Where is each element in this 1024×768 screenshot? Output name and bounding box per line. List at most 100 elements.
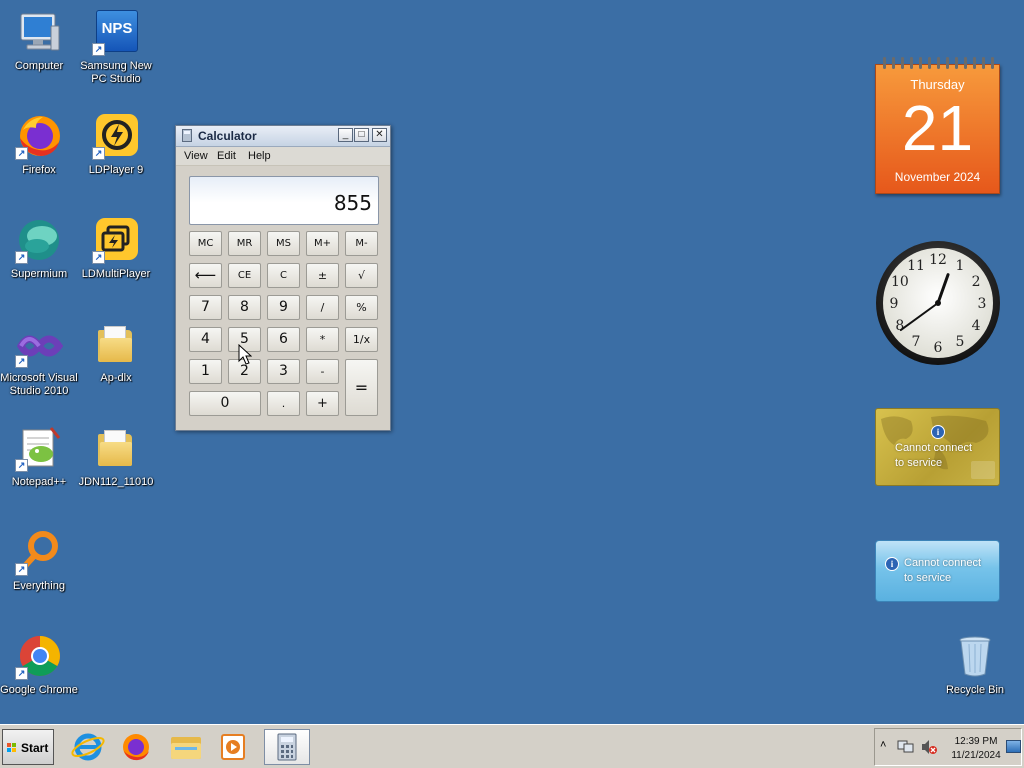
- calendar-gadget[interactable]: Thursday 21 November 2024: [875, 57, 1000, 194]
- currency-error-message: Cannot connect to service: [904, 556, 981, 586]
- title-bar[interactable]: Calculator _ □ ✕: [176, 126, 390, 147]
- menu-help[interactable]: Help: [248, 150, 271, 162]
- divide-button[interactable]: /: [306, 295, 339, 320]
- visual-studio-icon: ↗: [15, 320, 64, 368]
- notepad-plus-plus-icon: ↗: [15, 424, 63, 472]
- sqrt-button[interactable]: √: [345, 263, 378, 288]
- desktop-icon-ldmultiplayer[interactable]: ↗ LDMultiPlayer: [77, 216, 155, 281]
- desktop-icon-ldplayer-9[interactable]: ↗ LDPlayer 9: [77, 112, 155, 177]
- desktop-icon-firefox[interactable]: ↗ Firefox: [0, 112, 78, 177]
- show-desktop-icon[interactable]: [1006, 740, 1021, 753]
- label-line-2: PC Studio: [91, 73, 141, 85]
- m-minus-button[interactable]: M-: [345, 231, 378, 256]
- desktop-icon-samsung-new-pc-studio[interactable]: NPS ↗ Samsung New PC Studio: [77, 8, 155, 86]
- folder-icon: [92, 320, 140, 368]
- taskbar-file-explorer[interactable]: [166, 729, 206, 765]
- media-player-icon: [221, 734, 245, 760]
- show-hidden-icons-chevron[interactable]: ˄: [880, 739, 886, 751]
- calendar-weekday: Thursday: [910, 77, 965, 92]
- internet-explorer-icon: [71, 733, 105, 761]
- digit-9-button[interactable]: 9: [267, 295, 300, 320]
- desktop-icon-visual-studio-2010[interactable]: ↗ Microsoft Visual Studio 2010: [0, 320, 78, 398]
- taskbar-firefox[interactable]: [116, 729, 156, 765]
- computer-icon: [15, 8, 63, 56]
- desktop-icon-label: Notepad++: [11, 476, 67, 488]
- display-value: 855: [333, 191, 372, 215]
- desktop-icon-label: Everything: [13, 580, 65, 592]
- clock-numeral: 3: [978, 296, 987, 312]
- taskbar-calculator[interactable]: [264, 729, 310, 765]
- clock-numeral: 6: [934, 340, 943, 356]
- volume-muted-icon[interactable]: [920, 739, 938, 755]
- ce-button[interactable]: CE: [228, 263, 261, 288]
- menu-edit[interactable]: Edit: [217, 150, 236, 162]
- decimal-button[interactable]: .: [267, 391, 300, 416]
- nps-badge-text: NPS: [101, 20, 133, 37]
- mr-button[interactable]: MR: [228, 231, 261, 256]
- taskbar: Start ˄ 12:39 PM 11/21/2024: [0, 724, 1024, 768]
- weather-error-line-1: Cannot connect: [895, 442, 973, 454]
- label-line-2: Studio 2010: [9, 385, 69, 397]
- desktop-icon-label: Samsung New PC Studio: [77, 60, 155, 86]
- menu-bar: View Edit Help: [176, 147, 390, 166]
- taskbar-clock[interactable]: 12:39 PM 11/21/2024: [947, 735, 1005, 763]
- start-button[interactable]: Start: [2, 729, 54, 765]
- digit-4-button[interactable]: 4: [189, 327, 222, 352]
- windows-logo-icon: [7, 743, 17, 753]
- currency-gadget[interactable]: i Cannot connect to service: [875, 540, 1000, 602]
- plus-minus-button[interactable]: ±: [306, 263, 339, 288]
- reciprocal-button[interactable]: 1/x: [345, 327, 378, 352]
- desktop-icon-google-chrome[interactable]: ↗ Google Chrome: [0, 632, 78, 697]
- mc-button[interactable]: MC: [189, 231, 222, 256]
- weather-gadget[interactable]: i Cannot connect to service: [875, 408, 1000, 486]
- digit-1-button[interactable]: 1: [189, 359, 222, 384]
- add-button[interactable]: +: [306, 391, 339, 416]
- digit-7-button[interactable]: 7: [189, 295, 222, 320]
- samsung-nps-icon: NPS ↗: [92, 8, 140, 56]
- percent-button[interactable]: %: [345, 295, 378, 320]
- supermium-icon: ↗: [15, 216, 63, 264]
- digit-3-button[interactable]: 3: [267, 359, 300, 384]
- m-plus-button[interactable]: M+: [306, 231, 339, 256]
- subtract-button[interactable]: -: [306, 359, 339, 384]
- close-button[interactable]: ✕: [372, 128, 387, 142]
- label-line-1: Microsoft Visual: [0, 372, 78, 384]
- equals-button[interactable]: =: [345, 359, 378, 416]
- desktop-icon-jdn112-folder[interactable]: JDN112_11010: [77, 424, 155, 489]
- clear-button[interactable]: C: [267, 263, 300, 288]
- calculator-icon: [182, 129, 192, 142]
- taskbar-internet-explorer[interactable]: [68, 729, 108, 765]
- desktop-icon-everything[interactable]: ↗ Everything: [0, 528, 78, 593]
- desktop-icon-notepad-plus-plus[interactable]: ↗ Notepad++: [0, 424, 78, 489]
- file-explorer-icon: [171, 737, 201, 759]
- mouse-cursor-icon: [238, 344, 252, 365]
- calculator-window[interactable]: Calculator _ □ ✕ View Edit Help 855 MC M…: [175, 125, 391, 431]
- digit-8-button[interactable]: 8: [228, 295, 261, 320]
- desktop-icon-label: Recycle Bin: [945, 684, 1005, 696]
- menu-view[interactable]: View: [184, 150, 208, 162]
- backspace-button[interactable]: ⟵: [189, 263, 222, 288]
- ldmultiplayer-icon: ↗: [92, 216, 140, 264]
- chrome-icon: ↗: [15, 632, 63, 680]
- calculator-display: 855: [189, 176, 379, 225]
- desktop-icon-supermium[interactable]: ↗ Supermium: [0, 216, 78, 281]
- clock-time-text: 12:39 PM: [954, 736, 998, 747]
- desktop-icon-ap-dlx-folder[interactable]: Ap-dlx: [77, 320, 155, 385]
- minimize-button[interactable]: _: [338, 128, 353, 142]
- network-icon[interactable]: [897, 739, 915, 755]
- calculator-icon: [277, 733, 297, 761]
- maximize-button[interactable]: □: [354, 128, 369, 142]
- shortcut-arrow-icon: ↗: [15, 251, 28, 264]
- taskbar-media-player[interactable]: [214, 729, 254, 765]
- digit-6-button[interactable]: 6: [267, 327, 300, 352]
- clock-numeral: 12: [929, 252, 947, 268]
- multiply-button[interactable]: *: [306, 327, 339, 352]
- digit-0-button[interactable]: 0: [189, 391, 261, 416]
- clock-gadget[interactable]: 12 12 3 45678 9 1011: [875, 240, 1001, 366]
- desktop-icon-label: Firefox: [22, 164, 56, 176]
- desktop-icon-computer[interactable]: Computer: [0, 8, 78, 73]
- ms-button[interactable]: MS: [267, 231, 300, 256]
- currency-error-line-2: to service: [904, 572, 952, 584]
- desktop-icon-recycle-bin[interactable]: Recycle Bin: [936, 632, 1014, 697]
- clock-numeral: 1: [956, 258, 965, 274]
